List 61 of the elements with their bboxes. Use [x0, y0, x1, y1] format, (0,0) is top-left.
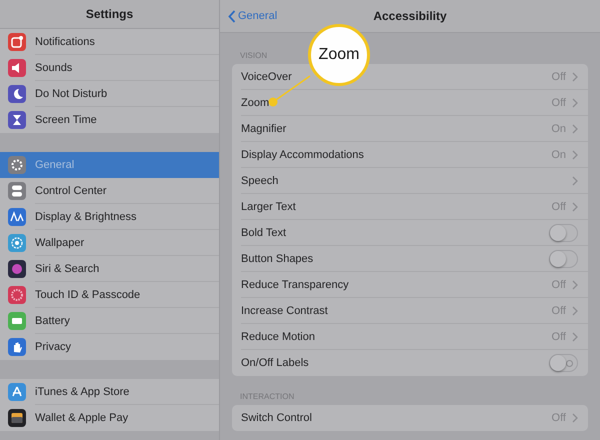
sidebar-item-label: Sounds	[35, 55, 219, 81]
chevron-icon	[572, 98, 578, 108]
sidebar-item[interactable]: Do Not Disturb	[0, 81, 219, 107]
sidebar-item-label: General	[35, 158, 76, 173]
sidebar-item[interactable]: Control Center	[0, 178, 219, 204]
sidebar-item-label: Screen Time	[35, 113, 98, 128]
sidebar-item-label: Notifications	[35, 29, 219, 55]
row-label: Display Accommodations	[241, 148, 365, 160]
sidebar-item[interactable]: Siri & Search	[0, 256, 219, 282]
sidebar-item-label: Do Not Disturb	[35, 81, 219, 107]
sidebar-item[interactable]: Display & Brightness	[0, 204, 219, 230]
row-label: Bold Text	[241, 226, 288, 238]
chevron-icon	[572, 306, 578, 316]
sidebar-item[interactable]: Screen Time	[0, 107, 219, 133]
sidebar-item-label: Touch ID & Passcode	[35, 282, 219, 308]
sidebar-item[interactable]: Wallet & Apple Pay	[0, 405, 219, 431]
sidebar-item[interactable]: Sounds	[0, 55, 219, 81]
sidebar-item-label: Wallpaper	[35, 230, 219, 256]
row-label: Button Shapes	[241, 252, 314, 264]
sidebar-item-label: Battery	[35, 308, 219, 334]
back-chevron-icon	[228, 10, 236, 22]
row-label: VoiceOver	[241, 70, 293, 82]
sidebar-item[interactable]: Notifications	[0, 29, 219, 55]
toggle-switch[interactable]	[549, 250, 578, 268]
settings-row[interactable]: Speech	[241, 168, 588, 194]
row-label: Reduce Transparency	[241, 278, 350, 290]
sidebar-item-label: Display & Brightness	[35, 204, 219, 230]
chevron-icon	[572, 202, 578, 212]
row-label: Switch Control	[241, 412, 313, 424]
chevron-icon	[572, 72, 578, 82]
sidebar-item[interactable]: Privacy	[0, 334, 219, 360]
settings-row[interactable]: Bold Text	[241, 220, 588, 246]
chevron-icon	[572, 280, 578, 290]
sidebar-title: Settings	[86, 7, 134, 21]
row-label: Reduce Motion	[241, 330, 316, 342]
sidebar-item-label: Control Center	[35, 178, 219, 204]
page-title: Accessibility	[373, 9, 447, 23]
sidebar-item[interactable]: Touch ID & Passcode	[0, 282, 219, 308]
toggle-switch[interactable]	[549, 354, 578, 372]
row-label: Larger Text	[241, 200, 297, 212]
toggle-switch[interactable]	[549, 224, 578, 242]
sidebar-item-label: Wallet & Apple Pay	[35, 411, 130, 426]
chevron-icon	[572, 332, 578, 342]
row-label: Increase Contrast	[241, 304, 329, 316]
row-label: Magnifier	[241, 122, 288, 134]
chevron-icon	[572, 124, 578, 134]
settings-row[interactable]: On/Off Labels	[241, 350, 588, 376]
chevron-icon	[572, 176, 578, 186]
chevron-icon	[572, 413, 578, 423]
settings-row[interactable]: Button Shapes	[241, 246, 588, 272]
sidebar-item-label: Privacy	[35, 340, 72, 355]
sidebar-item[interactable]: Wallpaper	[0, 230, 219, 256]
sidebar-item-label: iTunes & App Store	[35, 379, 219, 405]
callout-label: Zoom	[318, 46, 360, 64]
sidebar-item[interactable]: Battery	[0, 308, 219, 334]
row-label: On/Off Labels	[241, 357, 310, 369]
sidebar-item-label: Siri & Search	[35, 256, 219, 282]
chevron-icon	[572, 150, 578, 160]
sidebar-item[interactable]: iTunes & App Store	[0, 379, 219, 405]
row-label: Speech	[241, 174, 280, 186]
row-label: Zoom	[241, 96, 270, 108]
